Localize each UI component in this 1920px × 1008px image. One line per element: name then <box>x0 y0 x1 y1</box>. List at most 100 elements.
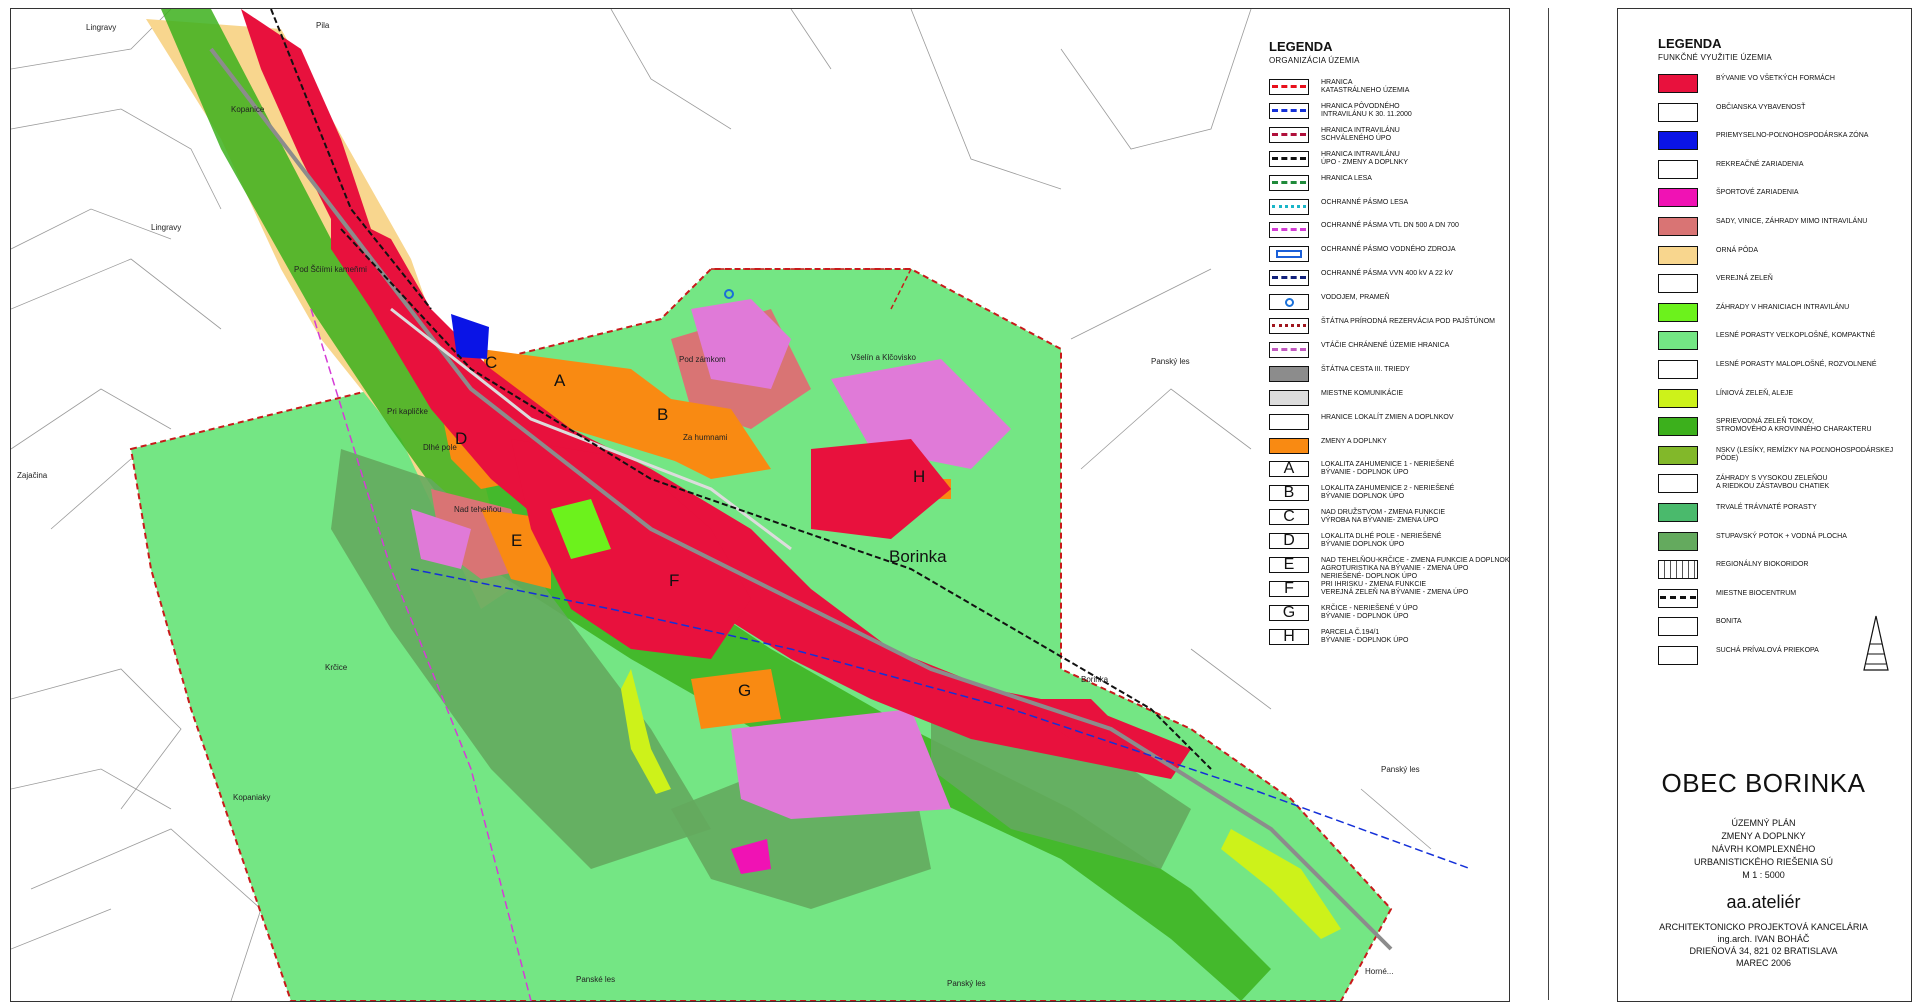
locality-d-label: D <box>455 429 468 448</box>
legend-label: PRIEMYSELNO-POĽNOHOSPODÁRSKA ZÓNA <box>1716 132 1869 140</box>
legend-label: HRANICA INTRAVILÁNU ÚPO - ZMENY A DOPLNK… <box>1321 150 1409 166</box>
legend-swatch <box>1269 174 1309 191</box>
legend-label: LÍNIOVÁ ZELEŇ, ALEJE <box>1716 389 1794 397</box>
legend-swatch <box>1658 302 1698 322</box>
studio-line: MAREC 2006 <box>1735 958 1792 968</box>
legend-item: HRANICA INTRAVILÁNU SCHVÁLENÉHO ÚPO <box>1269 125 1509 147</box>
title-line: ÚZEMNÝ PLÁN <box>1731 818 1796 828</box>
legend-item: PRIEMYSELNO-POĽNOHOSPODÁRSKA ZÓNA <box>1658 129 1908 151</box>
legend-swatch <box>1658 331 1698 351</box>
legend-item: LÍNIOVÁ ZELEŇ, ALEJE <box>1658 387 1908 409</box>
legend-label: OCHRANNÉ PÁSMA VVN 400 kV A 22 kV <box>1321 270 1453 278</box>
legend-subtitle: FUNKČNÉ VYUŽITIE ÚZEMIA <box>1658 53 1772 62</box>
legend-item: SADY, VINICE, ZÁHRADY MIMO INTRAVILÁNU <box>1658 215 1908 237</box>
legend-title: LEGENDA <box>1269 39 1333 54</box>
legend-swatch <box>1269 413 1309 430</box>
legend-label: LOKALITA ZAHUMENICE 2 - NERIEŠENÉ BÝVANI… <box>1321 485 1455 501</box>
legend-label: MIESTNE KOMUNIKÁCIE <box>1321 389 1404 397</box>
place-label: Horné... <box>1365 967 1394 976</box>
legend-item: OCHRANNÉ PÁSMA VTL DN 500 A DN 700 <box>1269 220 1509 242</box>
legend-item: LESNÉ PORASTY VEĽKOPLOŠNÉ, KOMPAKTNÉ <box>1658 329 1908 351</box>
legend-title: LEGENDA <box>1658 36 1722 51</box>
legend-label: HRANICE LOKALÍT ZMIEN A DOPLNKOV <box>1321 413 1454 421</box>
place-label: Panský les <box>1381 765 1420 774</box>
legend-swatch <box>1269 222 1309 239</box>
legend-label: HRANICA PÔVODNÉHO INTRAVILÁNU K 30. 11.2… <box>1321 102 1412 118</box>
place-label: Nad tehelňou <box>454 505 502 514</box>
legend-item: D LOKALITA DLHÉ POLE - NERIEŠENÉ BÝVANIE … <box>1269 531 1509 553</box>
place-label: Lingravy <box>151 223 182 232</box>
legend-label: ŠPORTOVÉ ZARIADENIA <box>1716 189 1799 197</box>
legend-label: PARCELA Č.194/1 BÝVANIE - DOPLNOK ÚPO <box>1321 628 1409 644</box>
legend-label: ZÁHRADY V HRANICIACH INTRAVILÁNU <box>1716 303 1850 311</box>
legend-swatch: C <box>1269 509 1309 526</box>
place-label: Lingravy <box>86 23 117 32</box>
legend-item: TRVALÉ TRÁVNATÉ PORASTY <box>1658 501 1908 523</box>
legend-label: NSKV (LESÍKY, REMÍZKY NA POĽNOHOSPODÁRSK… <box>1716 446 1894 462</box>
place-label: Za humnami <box>683 433 728 442</box>
locality-h-label: H <box>913 467 926 486</box>
legend-swatch <box>1658 102 1698 122</box>
legend-item: E NAD TEHELŇOU-KRČICE - ZMENA FUNKCIE A D… <box>1269 555 1509 580</box>
legend-swatch <box>1658 245 1698 265</box>
legend-label: OCHRANNÉ PÁSMO LESA <box>1321 198 1409 206</box>
locality-a-label: A <box>554 371 566 390</box>
legend-item: HRANICE LOKALÍT ZMIEN A DOPLNKOV <box>1269 412 1509 434</box>
legend-label: VEREJNÁ ZELEŇ <box>1716 275 1773 283</box>
legend-item: G KRČICE - NERIEŠENÉ V ÚPO BÝVANIE - DOPL… <box>1269 603 1509 625</box>
legend-label: VTÁČIE CHRÁNENÉ ÚZEMIE HRANICA <box>1321 341 1450 349</box>
legend-swatch: F <box>1269 580 1309 597</box>
legend-swatch <box>1269 341 1309 358</box>
legend-item: ŠTÁTNA CESTA III. TRIEDY <box>1269 364 1509 386</box>
legend-label: LESNÉ PORASTY VEĽKOPLOŠNÉ, KOMPAKTNÉ <box>1716 332 1876 340</box>
legend-item: HRANICA LESA <box>1269 173 1509 195</box>
legend-swatch <box>1658 503 1698 522</box>
title-block: OBEC BORINKA ÚZEMNÝ PLÁN ZMENY A DOPLNKY… <box>1617 768 1910 969</box>
legend-swatch <box>1658 560 1698 580</box>
legend-funkcne: LEGENDA FUNKČNÉ VYUŽITIE ÚZEMIA BÝVANIE … <box>1658 36 1908 665</box>
legend-subtitle: ORGANIZÁCIA ÚZEMIA <box>1269 56 1360 65</box>
legend-swatch <box>1658 417 1698 437</box>
title-line: NÁVRH KOMPLEXNÉHO <box>1711 844 1816 854</box>
place-label: Kopanice <box>231 105 265 114</box>
legend-items: BÝVANIE VO VŠETKÝCH FORMÁCH OBČIANSKA VYB… <box>1658 72 1908 692</box>
legend-swatch <box>1658 217 1698 236</box>
locality-f-label: F <box>669 571 680 590</box>
map-canvas[interactable]: Lingravy Pila Kopanice Lingravy Pod Ščií… <box>10 8 1510 1002</box>
legend-label: LESNÉ PORASTY MALOPLOŠNÉ, ROZVOLNENÉ <box>1716 361 1877 368</box>
legend-item: LESNÉ PORASTY MALOPLOŠNÉ, ROZVOLNENÉ <box>1658 358 1908 380</box>
scale-label: M 1 : 5000 <box>1742 870 1785 880</box>
legend-swatch <box>1658 74 1698 93</box>
legend-swatch <box>1269 79 1309 95</box>
legend-item: ŠPORTOVÉ ZARIADENIA <box>1658 186 1908 208</box>
legend-label: LOKALITA DLHÉ POLE - NERIEŠENÉ BÝVANIE D… <box>1321 533 1442 549</box>
legend-label: LOKALITA ZAHUMENICE 1 - NERIEŠENÉ BÝVANI… <box>1321 461 1455 477</box>
legend-label: REGIONÁLNY BIOKORIDOR <box>1716 561 1809 569</box>
place-label: Pod Ščiími kameňmi <box>294 265 367 274</box>
legend-swatch <box>1269 365 1309 382</box>
legend-item: F PRI IHRISKU - ZMENA FUNKCIE VEREJNÁ ZEL… <box>1269 579 1509 601</box>
place-label: Všelín a Klčovisko <box>851 353 916 362</box>
panel-divider <box>1548 8 1549 1000</box>
legend-item: BÝVANIE VO VŠETKÝCH FORMÁCH <box>1658 72 1908 94</box>
locality-b-label: B <box>657 405 669 424</box>
legend-swatch <box>1269 437 1309 454</box>
legend-item: HRANICA INTRAVILÁNU ÚPO - ZMENY A DOPLNK… <box>1269 149 1509 171</box>
legend-item: REKREAČNÉ ZARIADENIA <box>1658 158 1908 180</box>
legend-label: KRČICE - NERIEŠENÉ V ÚPO BÝVANIE - DOPLN… <box>1321 604 1418 620</box>
legend-swatch: E <box>1269 557 1309 573</box>
legend-item: OBČIANSKA VYBAVENOSŤ <box>1658 101 1908 123</box>
locality-g-label: G <box>738 681 752 700</box>
legend-item: VEREJNÁ ZELEŇ <box>1658 272 1908 294</box>
project-title: OBEC BORINKA <box>1661 768 1866 798</box>
legend-swatch <box>1269 126 1309 143</box>
change-area-g <box>691 669 781 729</box>
studio-line: DRIEŇOVÁ 34, 821 02 BRATISLAVA <box>1689 946 1838 956</box>
legend-swatch <box>1269 102 1309 119</box>
legend-label: STUPAVSKÝ POTOK + VODNÁ PLOCHA <box>1716 532 1847 540</box>
legend-item: VTÁČIE CHRÁNENÉ ÚZEMIE HRANICA <box>1269 340 1509 362</box>
studio-name: aa.ateliér <box>1726 892 1801 912</box>
legend-swatch: G <box>1269 604 1309 621</box>
legend-item: B LOKALITA ZAHUMENICE 2 - NERIEŠENÉ BÝVAN… <box>1269 483 1509 505</box>
legend-swatch <box>1269 246 1309 263</box>
